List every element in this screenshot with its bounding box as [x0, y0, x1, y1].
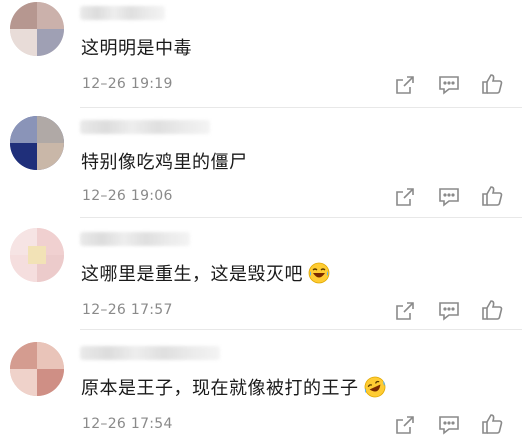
avatar[interactable]	[10, 342, 64, 396]
thumbs-up-icon[interactable]	[481, 185, 503, 207]
comment-text: 这明明是中毒	[81, 38, 192, 59]
username-blurred	[80, 6, 165, 20]
share-icon[interactable]	[394, 300, 416, 322]
share-icon[interactable]	[394, 186, 416, 208]
comment-timestamp: 12–26 19:06	[82, 188, 173, 204]
thumbs-up-icon[interactable]	[481, 299, 503, 321]
comment-item: 原本是王子，现在就像被打的王子 12–26 17:54	[0, 330, 522, 445]
thumbs-up-icon[interactable]	[481, 413, 503, 435]
share-icon[interactable]	[394, 414, 416, 436]
username-blurred	[80, 346, 220, 360]
comment-timestamp: 12–26 19:19	[82, 76, 173, 92]
avatar[interactable]	[10, 116, 64, 170]
comment-icon[interactable]	[438, 300, 460, 322]
comment-timestamp: 12–26 17:54	[82, 416, 173, 432]
comment-text-content: 这哪里是重生，这是毁灭吧	[81, 264, 303, 285]
comment-text: 原本是王子，现在就像被打的王子	[81, 374, 386, 400]
comment-item: 特别像吃鸡里的僵尸 12–26 19:06	[0, 108, 522, 218]
comment-item: 这哪里是重生，这是毁灭吧 12–26 17:57	[0, 218, 522, 330]
laughing-tears-emoji-icon	[308, 262, 330, 284]
comment-icon[interactable]	[438, 74, 460, 96]
username-blurred	[80, 120, 210, 134]
avatar[interactable]	[10, 228, 64, 282]
comment-text: 特别像吃鸡里的僵尸	[81, 152, 248, 173]
thumbs-up-icon[interactable]	[481, 73, 503, 95]
comment-text-content: 原本是王子，现在就像被打的王子	[81, 378, 359, 399]
comment-timestamp: 12–26 17:57	[82, 302, 173, 318]
comment-icon[interactable]	[438, 186, 460, 208]
comment-item: 这明明是中毒 12–26 19:19	[0, 0, 522, 108]
avatar[interactable]	[10, 2, 64, 56]
share-icon[interactable]	[394, 74, 416, 96]
comment-icon[interactable]	[438, 414, 460, 436]
username-blurred	[80, 232, 190, 246]
comment-text: 这哪里是重生，这是毁灭吧	[81, 260, 330, 286]
rolling-laughing-emoji-icon	[364, 376, 385, 398]
